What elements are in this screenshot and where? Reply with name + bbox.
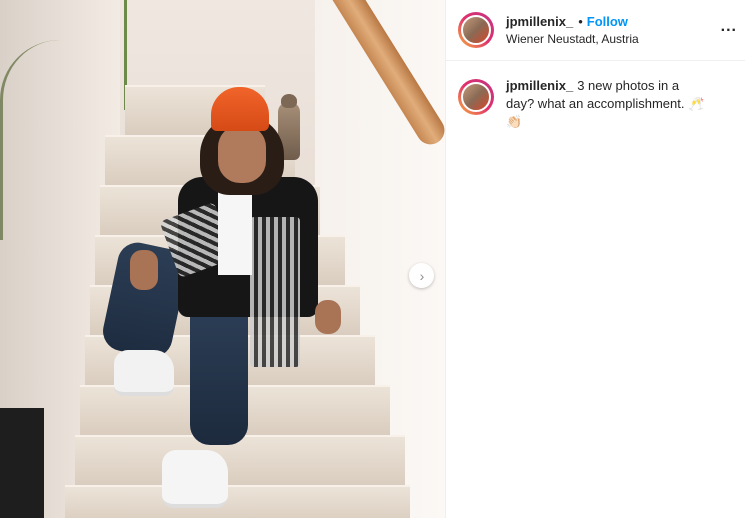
- sneaker: [162, 450, 228, 508]
- avatar[interactable]: [458, 79, 494, 115]
- jacket-plaid: [250, 217, 300, 367]
- avatar[interactable]: [458, 12, 494, 48]
- avatar-image: [461, 15, 491, 45]
- post-photo[interactable]: ›: [0, 0, 445, 518]
- instagram-post: › jpmillenix_ • Follow Wiener Neustadt, …: [0, 0, 745, 518]
- avatar-image: [461, 82, 491, 112]
- hand: [315, 300, 341, 334]
- chevron-right-icon: ›: [419, 267, 425, 284]
- follow-button[interactable]: Follow: [587, 14, 628, 29]
- person: [99, 85, 350, 518]
- username-link[interactable]: jpmillenix_: [506, 14, 573, 29]
- shirt: [218, 185, 252, 275]
- sneaker: [114, 350, 174, 396]
- plant-pot: [0, 408, 44, 518]
- location-link[interactable]: Wiener Neustadt, Austria: [506, 32, 639, 46]
- header-meta: jpmillenix_ • Follow Wiener Neustadt, Au…: [506, 14, 639, 46]
- more-options-button[interactable]: ...: [721, 18, 737, 36]
- plant-decoration: [0, 40, 63, 240]
- beanie: [211, 87, 269, 131]
- post-header: jpmillenix_ • Follow Wiener Neustadt, Au…: [446, 0, 745, 61]
- post-side-panel: jpmillenix_ • Follow Wiener Neustadt, Au…: [445, 0, 745, 518]
- face: [218, 125, 266, 183]
- caption-username-link[interactable]: jpmillenix_: [506, 78, 573, 93]
- separator-dot: •: [578, 14, 583, 29]
- next-photo-button[interactable]: ›: [409, 263, 434, 288]
- jeans-right: [190, 295, 248, 445]
- caption-text: jpmillenix_ 3 new photos in a day? what a…: [506, 77, 706, 131]
- name-row: jpmillenix_ • Follow: [506, 14, 639, 29]
- hand: [130, 250, 158, 290]
- caption: jpmillenix_ 3 new photos in a day? what a…: [446, 61, 745, 147]
